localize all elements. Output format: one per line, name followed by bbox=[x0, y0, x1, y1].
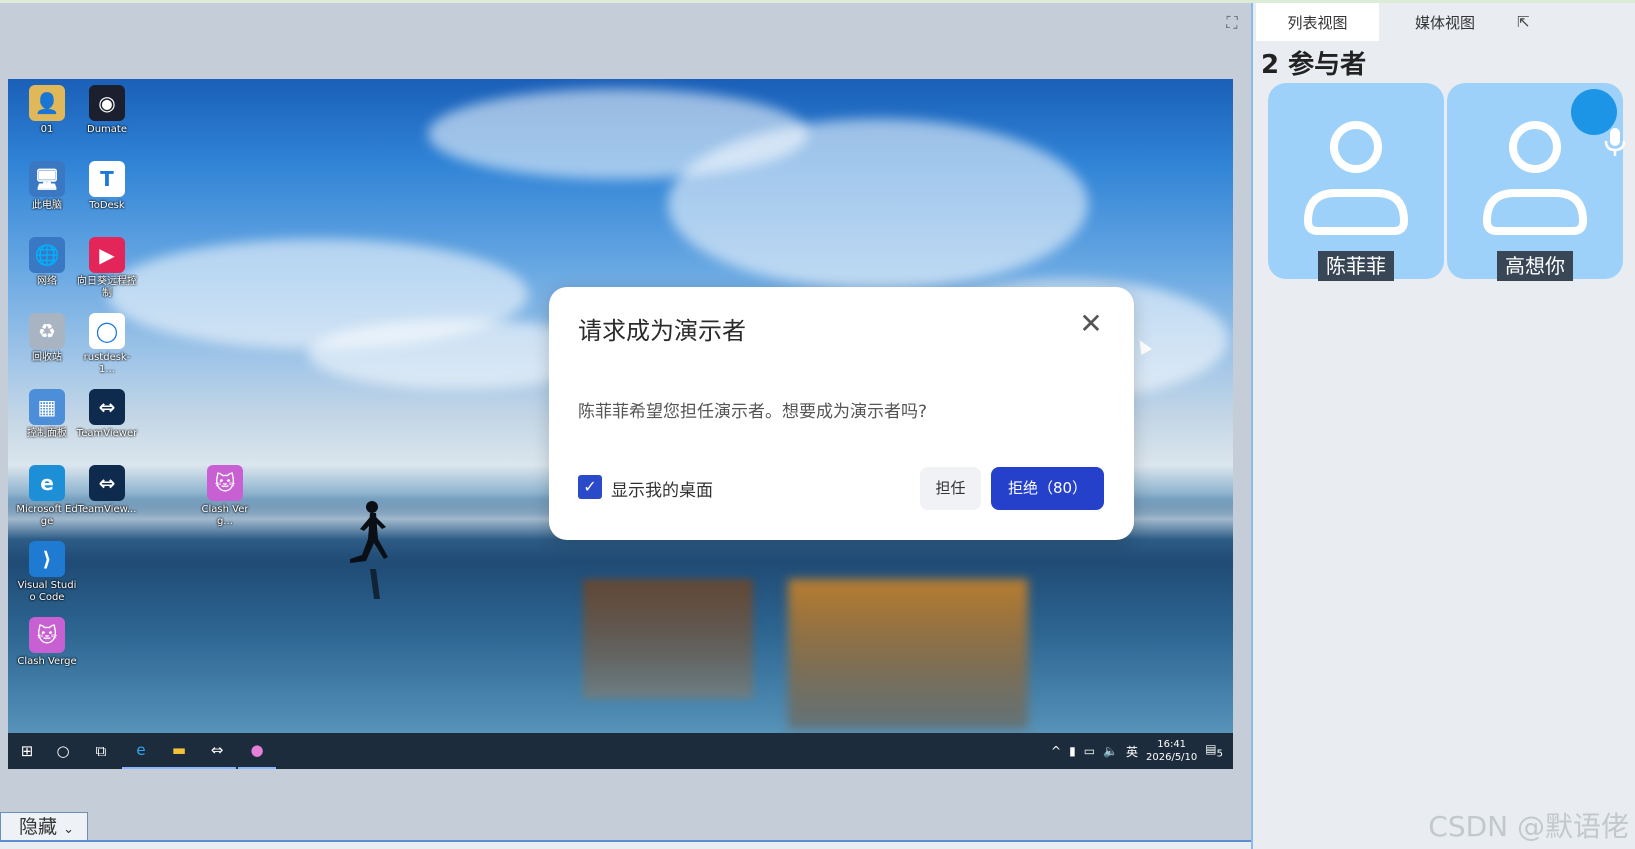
expand-icon[interactable]: ⛶ bbox=[1222, 13, 1242, 33]
desktop-icon[interactable]: 🖥 此电脑 bbox=[16, 161, 78, 212]
notification-count: 5 bbox=[1216, 748, 1223, 760]
desktop-icon[interactable]: 🌐 网络 bbox=[16, 237, 78, 288]
desktop-icon[interactable]: ▶ 向日葵远程控制 bbox=[76, 237, 138, 300]
desktop-icon-label: Visual Studio Code bbox=[17, 580, 77, 603]
desktop-icon-label: Clash Verg... bbox=[201, 504, 249, 527]
volume-icon[interactable]: 🔈 bbox=[1103, 744, 1118, 758]
ime-indicator[interactable]: 英 bbox=[1126, 743, 1138, 760]
desktop-icon[interactable]: 🐱 Clash Verge bbox=[16, 617, 78, 668]
app-icon: ⇔ bbox=[89, 465, 125, 501]
bottom-divider bbox=[0, 840, 1251, 842]
desktop-icon-label: ToDesk bbox=[89, 200, 125, 211]
desktop-icon-label: 此电脑 bbox=[32, 200, 62, 211]
clash-taskbar-icon[interactable]: ● bbox=[238, 733, 276, 769]
dialog-message: 陈菲菲希望您担任演示者。想要成为演示者吗? bbox=[578, 402, 928, 422]
desktop-icon-label: 网络 bbox=[37, 276, 57, 287]
taskbar: ⊞ ○ ⧉ e ▬ ⇔ ● ^ ▮ ▭ 🔈 英 16:41 2026/5/10 … bbox=[8, 733, 1233, 769]
app-icon: T bbox=[89, 161, 125, 197]
desktop-icon[interactable]: ⟩ Visual Studio Code bbox=[16, 541, 78, 604]
participant-card[interactable]: 陈菲菲 bbox=[1268, 83, 1444, 281]
chevron-down-icon: ⌄ bbox=[63, 822, 74, 837]
show-desktop-checkbox[interactable]: ✓ bbox=[578, 475, 602, 499]
teamviewer-taskbar-icon[interactable]: ⇔ bbox=[198, 733, 236, 769]
microphone-tray-icon[interactable]: ▮ bbox=[1069, 744, 1076, 758]
app-icon: 🖥 bbox=[29, 161, 65, 197]
desktop-icon[interactable]: ◯ rustdesk-1... bbox=[76, 313, 138, 376]
desktop-icon[interactable]: 👤 01 bbox=[16, 85, 78, 136]
app-icon: ▶ bbox=[89, 237, 125, 273]
desktop-icon-label: 回收站 bbox=[32, 352, 62, 363]
popout-icon[interactable]: ⇱ bbox=[1517, 13, 1535, 31]
accept-button[interactable]: 担任 bbox=[920, 467, 981, 510]
desktop-icon-label: 控制面板 bbox=[27, 428, 67, 439]
reject-button[interactable]: 拒绝（80） bbox=[991, 467, 1104, 510]
task-view-icon[interactable]: ⧉ bbox=[82, 733, 120, 769]
search-icon[interactable]: ○ bbox=[44, 733, 82, 769]
participant-card[interactable]: 高想你 bbox=[1447, 83, 1626, 281]
desktop-icon[interactable]: ▦ 控制面板 bbox=[16, 389, 78, 440]
app-icon: 🌐 bbox=[29, 237, 65, 273]
app-icon: ▦ bbox=[29, 389, 65, 425]
file-explorer-icon[interactable]: ▬ bbox=[160, 733, 198, 769]
desktop-icon-label: Microsoft Edge bbox=[16, 504, 78, 527]
rock-reflection bbox=[583, 579, 753, 699]
desktop-icon-label: TeamViewer bbox=[76, 428, 138, 439]
desktop-icon-label: 向日葵远程控制 bbox=[77, 276, 137, 299]
cloud bbox=[668, 119, 1088, 289]
app-icon: 👤 bbox=[29, 85, 65, 121]
clock-date: 2026/5/10 bbox=[1146, 752, 1198, 763]
app-icon: ⟩ bbox=[29, 541, 65, 577]
desktop-icon-label: TeamView... bbox=[77, 504, 137, 515]
avatar-icon bbox=[1482, 121, 1588, 235]
show-desktop-label[interactable]: 显示我的桌面 bbox=[611, 476, 713, 501]
desktop-icon[interactable]: ♻ 回收站 bbox=[16, 313, 78, 364]
hide-label: 隐藏 bbox=[19, 816, 58, 838]
desktop-icon[interactable]: ⇔ TeamViewer bbox=[76, 389, 138, 440]
dialog-title: 请求成为演示者 bbox=[578, 317, 746, 345]
network-icon[interactable]: ▭ bbox=[1084, 744, 1095, 758]
desktop-icon[interactable]: T ToDesk bbox=[76, 161, 138, 212]
participant-name: 陈菲菲 bbox=[1318, 251, 1394, 281]
runner-silhouette bbox=[350, 501, 388, 599]
app-icon: 🐱 bbox=[29, 617, 65, 653]
avatar-icon bbox=[1303, 121, 1409, 235]
desktop-icon[interactable]: e Microsoft Edge bbox=[16, 465, 78, 528]
tab-media-view[interactable]: 媒体视图 bbox=[1381, 3, 1509, 41]
notification-icon[interactable]: ▤5 bbox=[1205, 742, 1223, 759]
participants-panel: 列表视图 媒体视图 ⇱ 2 参与者 陈菲菲 高想你 bbox=[1251, 3, 1635, 849]
desktop-icon-label: Dumate bbox=[87, 124, 127, 135]
app-icon: ⇔ bbox=[89, 389, 125, 425]
tab-list-view[interactable]: 列表视图 bbox=[1256, 3, 1379, 41]
chevron-up-icon[interactable]: ^ bbox=[1051, 744, 1061, 758]
participants-title: 2 参与者 bbox=[1261, 50, 1367, 80]
desktop-icon[interactable]: ⇔ TeamView... bbox=[76, 465, 138, 516]
system-tray: ^ ▮ ▭ 🔈 英 16:41 2026/5/10 ▤5 bbox=[1051, 733, 1223, 769]
app-icon: e bbox=[29, 465, 65, 501]
microphone-icon bbox=[1571, 89, 1626, 156]
desktop-icon[interactable]: 🐱 Clash Verg... bbox=[194, 465, 256, 528]
desktop-icon-label: 01 bbox=[40, 124, 54, 135]
app-icon: ◉ bbox=[89, 85, 125, 121]
edge-taskbar-icon[interactable]: e bbox=[122, 733, 160, 769]
rock-reflection bbox=[788, 579, 1028, 729]
participant-name: 高想你 bbox=[1497, 251, 1573, 281]
app-icon: ◯ bbox=[89, 313, 125, 349]
hide-button[interactable]: 隐藏 ⌄ bbox=[0, 812, 88, 841]
presenter-request-dialog: 请求成为演示者 ✕ 陈菲菲希望您担任演示者。想要成为演示者吗? ✓ 显示我的桌面… bbox=[549, 287, 1134, 540]
desktop-icon[interactable]: ◉ Dumate bbox=[76, 85, 138, 136]
view-tabs: 列表视图 媒体视图 ⇱ bbox=[1253, 3, 1635, 41]
windows-start-icon[interactable]: ⊞ bbox=[8, 733, 46, 769]
desktop-icon-label: Clash Verge bbox=[17, 656, 77, 667]
watermark: CSDN @默语佬 bbox=[1428, 810, 1629, 843]
clock-time: 16:41 bbox=[1157, 739, 1187, 750]
app-icon: ♻ bbox=[29, 313, 65, 349]
app-icon: 🐱 bbox=[207, 465, 243, 501]
desktop-icon-label: rustdesk-1... bbox=[83, 352, 131, 375]
close-icon[interactable]: ✕ bbox=[1078, 310, 1104, 338]
clock[interactable]: 16:41 2026/5/10 bbox=[1146, 738, 1197, 764]
